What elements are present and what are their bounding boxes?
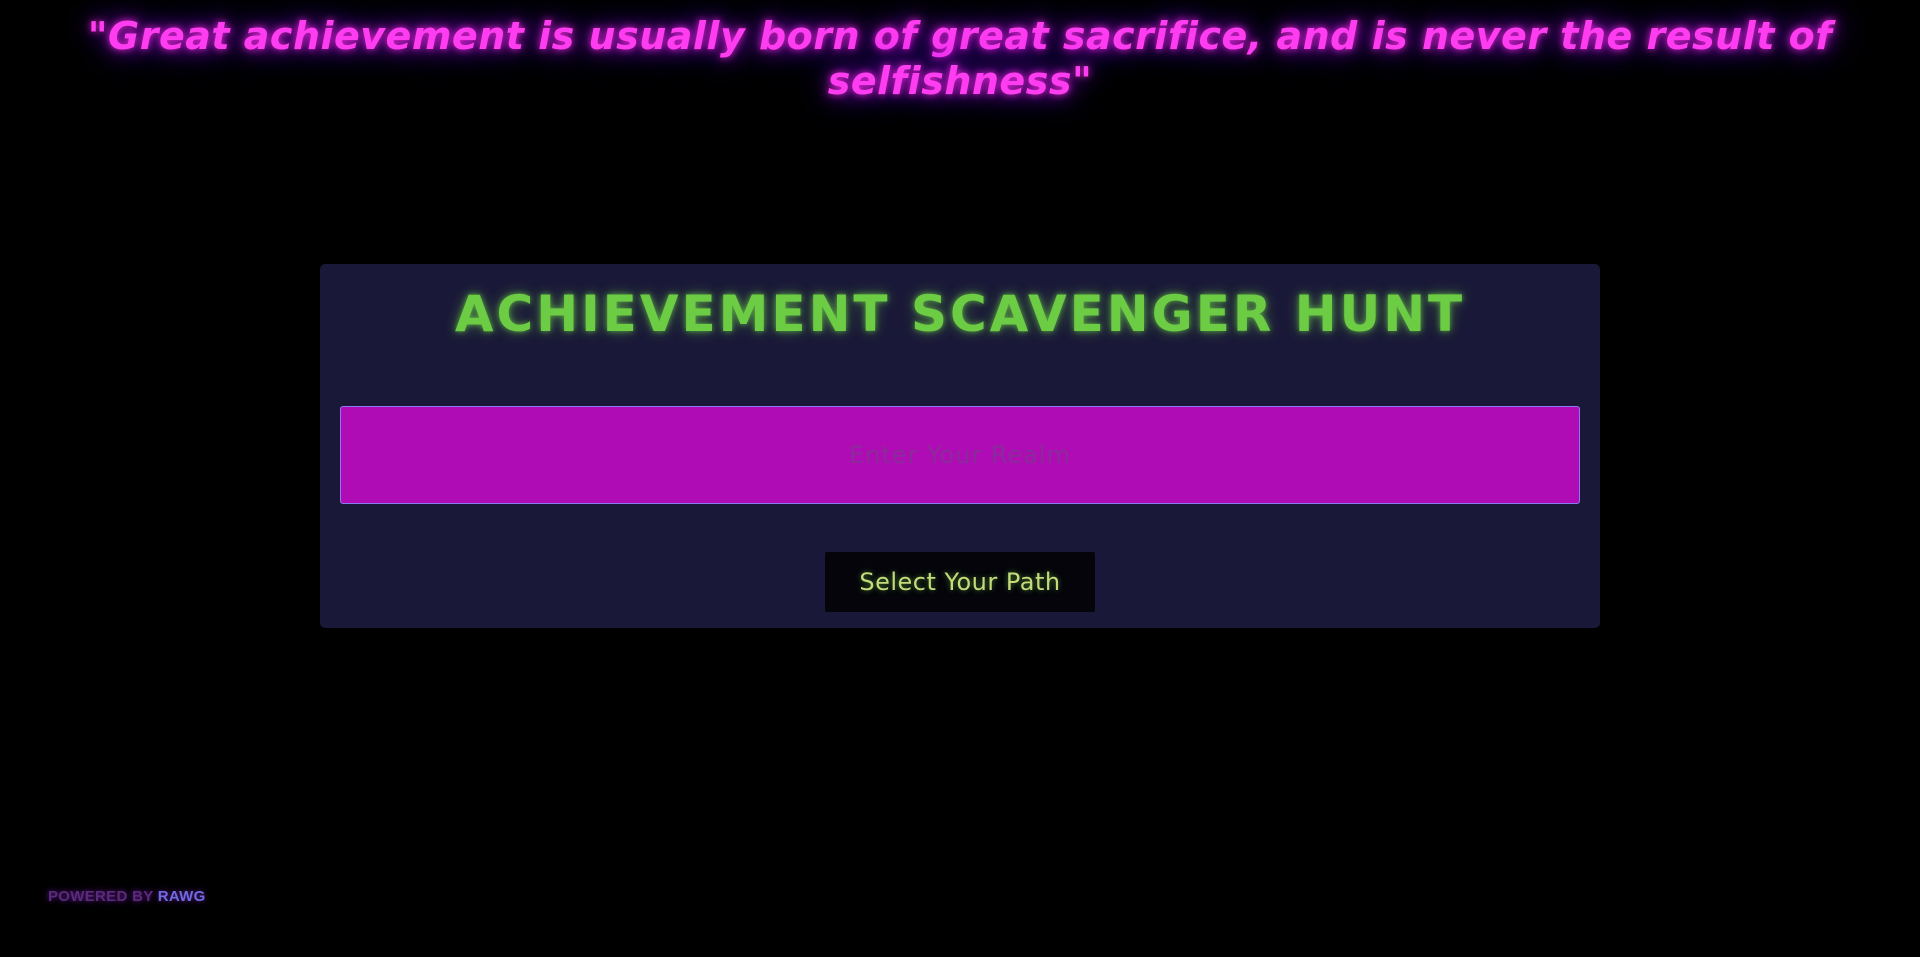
- page-title: ACHIEVEMENT SCAVENGER HUNT: [454, 285, 1466, 343]
- realm-input[interactable]: [340, 406, 1580, 504]
- select-path-button[interactable]: Select Your Path: [825, 552, 1095, 612]
- powered-by-label: POWERED BY: [48, 888, 154, 905]
- inspirational-quote: "Great achievement is usually born of gr…: [87, 14, 1833, 103]
- powered-by-credit: POWERED BY RAWG: [48, 888, 206, 905]
- rawg-link[interactable]: RAWG: [158, 888, 206, 905]
- scavenger-hunt-panel: ACHIEVEMENT SCAVENGER HUNT Select Your P…: [320, 264, 1600, 628]
